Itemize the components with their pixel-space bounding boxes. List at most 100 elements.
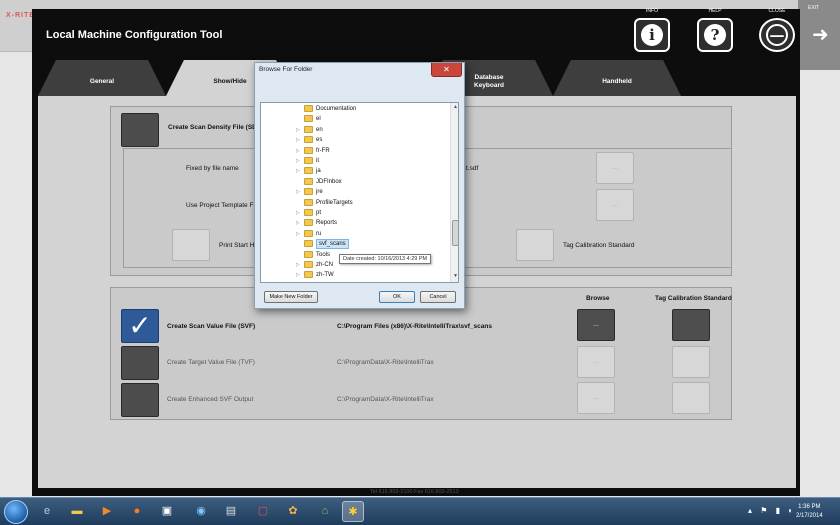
folder-item[interactable]: ▷ en — [261, 125, 446, 135]
svf-tag-calibration-checkbox[interactable] — [672, 309, 710, 341]
scroll-up-arrow-icon[interactable]: ▲ — [451, 104, 458, 110]
sdf-tag-calibration-checkbox[interactable] — [516, 229, 554, 261]
expand-arrow-icon[interactable]: ▷ — [296, 125, 300, 135]
ok-button[interactable]: OK — [379, 291, 415, 303]
start-button[interactable] — [4, 500, 28, 524]
help-button[interactable]: ? — [697, 18, 733, 52]
expand-arrow-icon[interactable]: ▷ — [296, 187, 300, 197]
tab-handheld[interactable]: Handheld — [553, 60, 681, 96]
folder-icon — [304, 177, 313, 185]
folder-icon — [304, 136, 313, 144]
tab-general[interactable]: General — [38, 60, 166, 96]
browse-folder-dialog: Browse For Folder ✕ Documentation el ▷ en ▷ e… — [254, 62, 465, 309]
expand-arrow-icon[interactable]: ▷ — [296, 208, 300, 218]
folder-item[interactable]: ▷ pt — [261, 208, 446, 218]
app-icon-3[interactable]: ▤ — [220, 501, 242, 522]
expand-arrow-icon[interactable]: ▷ — [296, 135, 300, 145]
intellitrax-taskbar-icon[interactable]: ✱ — [342, 501, 364, 522]
make-new-folder-button[interactable]: Make New Folder — [264, 291, 318, 303]
expand-arrow-icon[interactable]: ▷ — [296, 270, 300, 280]
folder-item[interactable]: ProfileTargets — [261, 198, 446, 208]
expand-arrow-icon[interactable]: ▷ — [296, 260, 300, 270]
explorer-icon[interactable]: ▬ — [66, 501, 88, 522]
use-template-label: Use Project Template F — [186, 202, 254, 209]
folder-icon — [304, 261, 313, 268]
folder-icon — [304, 240, 313, 248]
clock-date: 2/17/2014 — [796, 513, 823, 519]
folder-item[interactable]: Documentation — [261, 104, 446, 114]
cancel-button[interactable]: Cancel — [420, 291, 456, 303]
tag-calibration-header: Tag Calibration Standard — [655, 295, 732, 302]
ie-icon[interactable]: e — [36, 501, 58, 522]
folder-item[interactable]: ▷ Reports — [261, 218, 446, 228]
dialog-close-button[interactable]: ✕ — [431, 63, 462, 77]
enhanced-svf-browse-button[interactable]: ... — [577, 382, 615, 414]
taskbar-clock[interactable]: 1:36 PM 2/17/2014 — [796, 503, 823, 521]
template-browse-button[interactable]: ... — [596, 189, 634, 221]
folder-icon — [304, 157, 313, 164]
folder-icon — [304, 188, 313, 196]
scroll-down-arrow-icon[interactable]: ▼ — [451, 273, 458, 279]
folder-item[interactable]: ▷ jre — [261, 187, 446, 197]
app-icon-6[interactable]: ⌂ — [314, 501, 336, 522]
print-start-checkbox[interactable] — [172, 229, 210, 261]
app-icon-2[interactable]: ◉ — [190, 501, 212, 522]
tvf-checkbox[interactable] — [121, 346, 159, 380]
close-button[interactable]: — — [759, 18, 795, 52]
browse-header: Browse — [586, 295, 610, 302]
app-icon-1[interactable]: ▣ — [156, 501, 178, 522]
scrollbar-thumb[interactable] — [452, 220, 458, 246]
tvf-browse-button[interactable]: ... — [577, 346, 615, 378]
media-player-icon[interactable]: ▶ — [96, 501, 118, 522]
sdf-browse-button[interactable]: ... — [596, 152, 634, 184]
folder-item[interactable]: ▷ ja — [261, 166, 446, 176]
folder-name: zh-CN — [316, 262, 334, 268]
info-icon: i — [641, 24, 663, 46]
folder-item[interactable]: ▷ ru — [261, 229, 446, 239]
folder-name: JDFInbox — [316, 178, 342, 185]
folder-icon — [304, 229, 313, 237]
folder-item[interactable]: svf_scans — [261, 239, 446, 250]
folder-name: Tools — [316, 251, 331, 258]
info-label: INFO — [646, 8, 658, 14]
svf-checkbox[interactable]: ✓ — [121, 309, 159, 343]
folder-icon — [304, 115, 313, 123]
minimize-icon: — — [766, 24, 788, 46]
enhanced-svf-checkbox[interactable] — [121, 383, 159, 417]
expand-arrow-icon[interactable]: ▷ — [296, 146, 300, 156]
footer-contact: Tel 616.803-2100 Fax 616.803-2513 — [370, 489, 459, 495]
folder-item[interactable]: ▷ fr-FR — [261, 146, 446, 156]
expand-arrow-icon[interactable]: ▷ — [296, 156, 300, 166]
expand-arrow-icon[interactable]: ▷ — [296, 229, 300, 239]
folder-item[interactable]: ▷ zh-TW — [261, 270, 446, 280]
folder-icon — [304, 250, 313, 258]
tree-scrollbar[interactable]: ▲ ▼ — [450, 103, 458, 282]
enhanced-svf-tag-calibration-checkbox[interactable] — [672, 382, 710, 414]
sdf-checkbox[interactable] — [121, 113, 159, 147]
fixed-by-name-label: Fixed by file name — [186, 165, 239, 172]
folder-item[interactable]: ▷ es — [261, 135, 446, 145]
svf-browse-button[interactable]: ... — [577, 309, 615, 341]
background-exit-button[interactable]: EXIT ➜ — [798, 0, 840, 70]
folder-icon — [304, 271, 313, 279]
tvf-tag-calibration-checkbox[interactable] — [672, 346, 710, 378]
folder-name: zh-TW — [316, 272, 334, 279]
folder-item[interactable]: JDFInbox — [261, 177, 446, 187]
app-icon-5[interactable]: ✿ — [282, 501, 304, 522]
folder-name: fr-FR — [316, 147, 330, 154]
folder-tree[interactable]: Documentation el ▷ en ▷ es ▷ fr-FR ▷ it ▷ ja JDFInbo… — [260, 102, 459, 283]
folder-icon — [304, 219, 313, 227]
folder-icon — [304, 198, 313, 206]
folder-item[interactable]: ▷ it — [261, 156, 446, 166]
firefox-icon[interactable]: ● — [126, 501, 148, 522]
system-tray-icons[interactable]: ▴ ⚑ ▮ ◐ — [748, 506, 796, 515]
info-button[interactable]: i — [634, 18, 670, 52]
folder-name: ja — [316, 168, 321, 175]
print-start-label: Print Start H — [219, 242, 255, 249]
expand-arrow-icon[interactable]: ▷ — [296, 218, 300, 228]
expand-arrow-icon[interactable]: ▷ — [296, 166, 300, 176]
enhanced-svf-label: Create Enhanced SVF Output — [167, 396, 254, 403]
app-icon-4[interactable]: ▢ — [252, 501, 274, 522]
folder-item[interactable]: el — [261, 114, 446, 124]
folder-name: svf_scans — [316, 239, 349, 250]
